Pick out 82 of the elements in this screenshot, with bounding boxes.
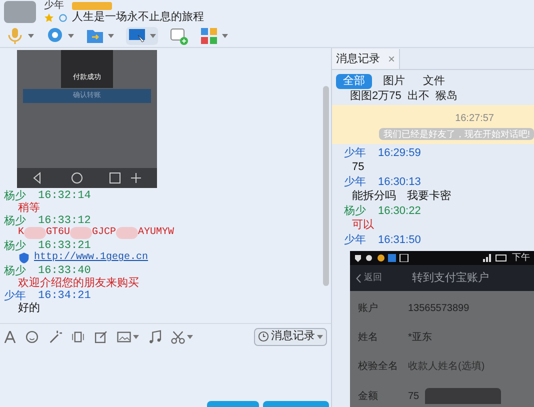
caret-icon[interactable]	[187, 334, 193, 338]
payment-screenshot[interactable]: 下午 返回 转到支付宝账户 账户 13565573899 姓名 *亚东 校验全名 收款人姓名(选填) 金额 75	[350, 251, 534, 407]
field-value: 13565573899	[408, 302, 470, 316]
status-icons-drawing	[354, 254, 410, 262]
scissors-icon[interactable]	[171, 330, 185, 344]
back-chevron-icon	[356, 274, 361, 282]
font-icon[interactable]	[4, 330, 16, 342]
filter-tab[interactable]: 图片	[376, 74, 412, 89]
blur-mark	[24, 227, 46, 239]
contact-name: 少年	[44, 1, 64, 11]
message-text: AYUMYW	[138, 227, 174, 239]
message-time: 16:32:14	[38, 190, 91, 202]
clock-icon	[258, 331, 269, 342]
message-text: 好的	[18, 302, 40, 314]
back-link: 返回	[364, 271, 382, 284]
webcam-icon[interactable]	[46, 26, 64, 44]
apps-grid-icon[interactable]	[200, 26, 218, 44]
caret-icon[interactable]	[222, 34, 228, 38]
sender-name: 少年	[344, 175, 366, 189]
music-note-icon[interactable]	[148, 330, 162, 344]
status-time: 下午	[512, 251, 530, 264]
message-text: GT6U	[46, 227, 70, 239]
sender-name: 杨少	[4, 265, 26, 277]
field-label: 姓名	[358, 331, 379, 345]
screen-title: 转到支付宝账户	[412, 270, 489, 286]
blur-mark	[116, 227, 138, 239]
message-text: 欢迎介绍您的朋友来购买	[18, 277, 139, 289]
image-icon[interactable]	[117, 330, 131, 344]
message-text: 可以	[351, 218, 375, 233]
add-message-icon[interactable]	[170, 26, 188, 44]
field-value: *亚东	[408, 330, 432, 345]
message-text: 能拆分吗 我要卡密	[351, 189, 452, 204]
shield-icon	[18, 252, 30, 264]
message-text: K	[18, 227, 24, 239]
field-label: 金额	[358, 390, 379, 404]
sender-name: 少年	[344, 233, 366, 247]
edit-icon[interactable]	[94, 330, 108, 344]
field-label: 账户	[358, 302, 379, 316]
caret-icon[interactable]	[133, 334, 139, 338]
message-time: 16:29:59	[378, 146, 421, 160]
notice-time: 16:27:57	[455, 112, 494, 126]
sender-name: 杨少	[4, 240, 26, 252]
sender-name: 少年	[4, 290, 26, 302]
shake-icon[interactable]	[71, 330, 85, 344]
blur-mark	[70, 227, 92, 239]
field-label: 校验全名	[358, 360, 399, 374]
message-text: 75	[351, 160, 366, 175]
sender-name: 杨少	[4, 190, 26, 202]
contact-signature: 人生是一场永不止息的旅程	[72, 11, 204, 24]
caret-icon[interactable]	[150, 34, 156, 38]
message-time: 16:33:40	[38, 265, 91, 277]
vip-badge-icon	[72, 2, 112, 10]
message-time: 16:30:13	[378, 175, 421, 189]
sender-name: 杨少	[344, 204, 366, 218]
screen-share-icon[interactable]	[128, 26, 146, 44]
sender-name: 少年	[344, 146, 366, 160]
message-time: 16:33:12	[38, 215, 91, 227]
message-time: 16:33:21	[38, 240, 91, 252]
smiley-icon[interactable]	[25, 330, 39, 344]
history-button[interactable]: 消息记录	[254, 328, 327, 346]
star-icon	[44, 12, 54, 22]
caret-icon[interactable]	[28, 34, 34, 38]
filter-tab[interactable]: 文件	[416, 74, 452, 89]
caret-icon[interactable]	[317, 334, 323, 338]
history-tab-label: 消息记录	[336, 52, 380, 67]
message-time: 16:34:21	[38, 290, 91, 302]
caret-icon[interactable]	[108, 34, 114, 38]
message-time: 16:30:22	[378, 204, 421, 218]
magic-wand-icon[interactable]	[48, 330, 62, 344]
message-link[interactable]: http://www.1gege.cn	[34, 252, 148, 264]
input-field: 收款人姓名(选填)	[408, 359, 508, 374]
message-text: 图图2万75 出不 猴岛	[349, 89, 459, 103]
message-text: 稍等	[18, 202, 40, 214]
notice-text: 我们已经是好友了，现在开始对话吧!	[379, 128, 534, 140]
filter-tab[interactable]: 全部	[336, 74, 372, 89]
signal-battery-icon	[482, 254, 508, 262]
caret-icon[interactable]	[68, 34, 74, 38]
history-tab[interactable]: 消息记录 ×	[332, 49, 400, 69]
message-time: 16:31:50	[378, 233, 421, 247]
field-value: 75	[408, 390, 420, 404]
sender-name: 杨少	[4, 215, 26, 227]
message-text: GJCP	[92, 227, 116, 239]
